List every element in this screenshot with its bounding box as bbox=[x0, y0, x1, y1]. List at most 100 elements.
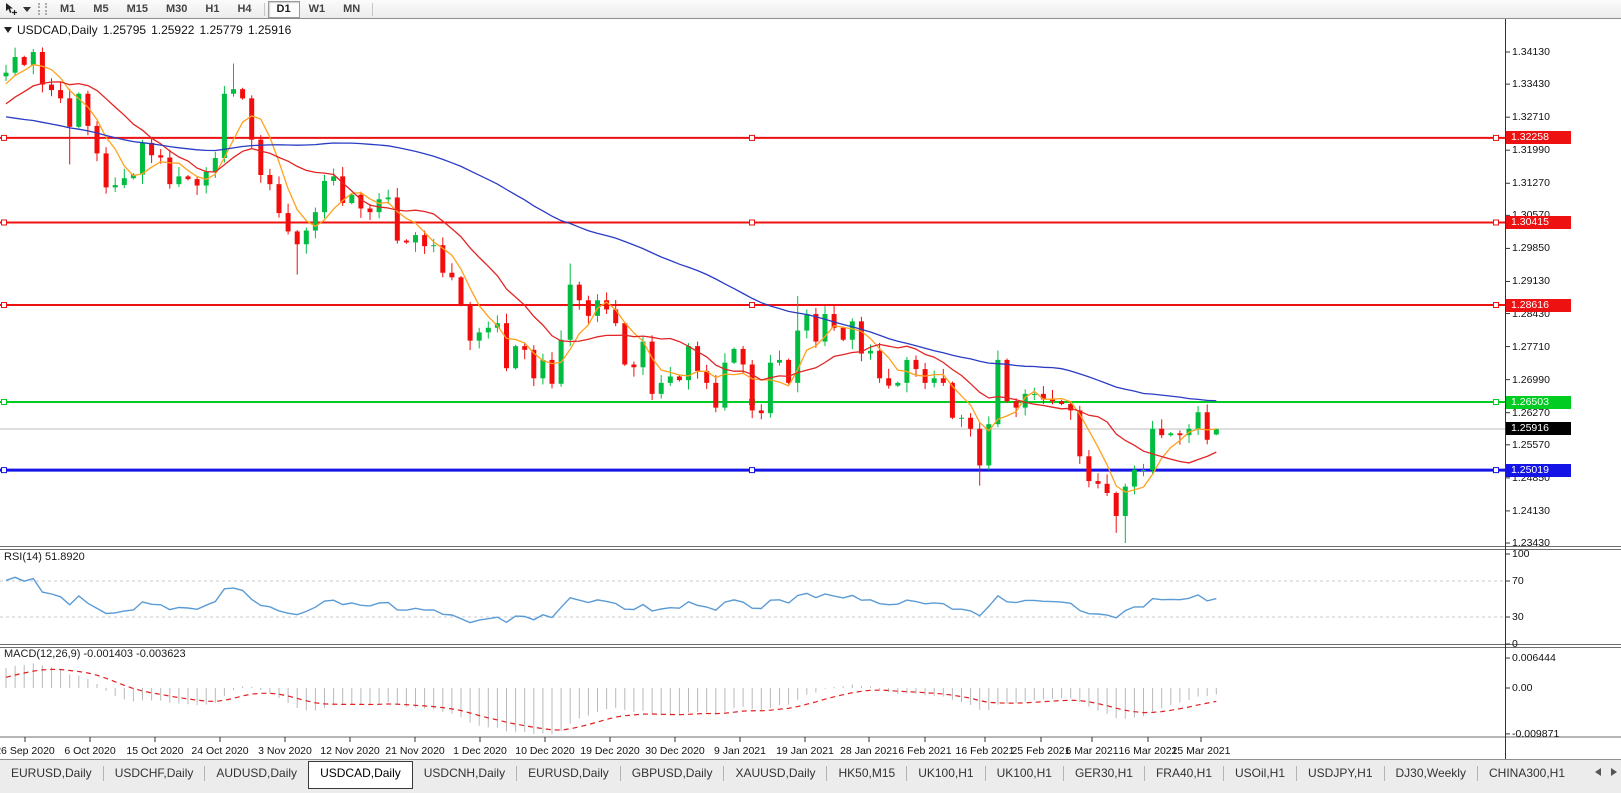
candle-body bbox=[1195, 412, 1201, 429]
candle-body bbox=[576, 284, 582, 301]
timeframe-button-mn[interactable]: MN bbox=[334, 1, 369, 18]
chart-tab-uk100-h1[interactable]: UK100,H1 bbox=[986, 763, 1063, 786]
chart-tab-usoil-h1[interactable]: USOil,H1 bbox=[1224, 763, 1296, 786]
candle-body bbox=[403, 240, 409, 243]
level-line-handle[interactable] bbox=[749, 134, 755, 141]
candle-body bbox=[240, 89, 246, 99]
level-line-handle[interactable] bbox=[1493, 219, 1499, 226]
timeframe-button-w1[interactable]: W1 bbox=[300, 1, 335, 18]
chart-title: USDCAD,Daily 1.25795 1.25922 1.25779 1.2… bbox=[4, 23, 291, 37]
candle-body bbox=[713, 382, 719, 408]
candle-body bbox=[349, 194, 355, 203]
candle-body bbox=[868, 350, 873, 354]
chart-tab-uk100-h1[interactable]: UK100,H1 bbox=[907, 763, 984, 786]
candle-body bbox=[176, 176, 182, 185]
chart-tab-eurusd-daily[interactable]: EURUSD,Daily bbox=[517, 763, 620, 786]
candle-body bbox=[786, 359, 792, 383]
candle-body bbox=[467, 304, 473, 341]
crosshair-cursor-icon[interactable] bbox=[2, 2, 20, 16]
collapse-indicator-icon[interactable] bbox=[4, 27, 12, 33]
candle-body bbox=[221, 93, 227, 159]
chart-tab-gbpusd-daily[interactable]: GBPUSD,Daily bbox=[621, 763, 724, 786]
level-line-handle[interactable] bbox=[1, 399, 7, 406]
candle-body bbox=[540, 359, 546, 379]
candle-body bbox=[103, 153, 109, 188]
timeframe-button-m30[interactable]: M30 bbox=[157, 1, 196, 18]
candle-body bbox=[376, 199, 382, 213]
level-line-handle[interactable] bbox=[749, 467, 755, 474]
candle-body bbox=[167, 157, 173, 185]
timeframe-button-m1[interactable]: M1 bbox=[51, 1, 84, 18]
level-line-handle[interactable] bbox=[1, 467, 7, 474]
cursor-dropdown-icon[interactable] bbox=[23, 6, 31, 12]
chart-tab-usdjpy-h1[interactable]: USDJPY,H1 bbox=[1297, 763, 1383, 786]
chart-tab-hk50-m15[interactable]: HK50,M15 bbox=[827, 763, 906, 786]
candle-body bbox=[695, 346, 701, 371]
candle-body bbox=[940, 378, 946, 383]
candle-body bbox=[1013, 401, 1019, 408]
candle-body bbox=[731, 348, 737, 363]
chart-tab-usdchf-daily[interactable]: USDCHF,Daily bbox=[104, 763, 205, 786]
candle-body bbox=[631, 364, 637, 368]
candle-body bbox=[121, 178, 127, 186]
candle-body bbox=[1177, 433, 1183, 436]
candle-body bbox=[767, 362, 773, 414]
level-line-handle[interactable] bbox=[1493, 399, 1499, 406]
candle-body bbox=[294, 231, 300, 245]
tab-scroll-left-icon[interactable] bbox=[1595, 768, 1601, 776]
candle-body bbox=[977, 428, 983, 466]
candle-body bbox=[649, 341, 655, 394]
candle-body bbox=[1059, 401, 1065, 404]
ohlc-close: 1.25916 bbox=[247, 23, 292, 37]
tab-scroll-right-icon[interactable] bbox=[1611, 768, 1617, 776]
timeframe-toolbar: M1 M5 M15 M30 H1 H4 D1 W1 MN bbox=[0, 0, 1621, 19]
candle-body bbox=[285, 213, 291, 232]
chart-tab-ger30-h1[interactable]: GER30,H1 bbox=[1064, 763, 1144, 786]
chart-tab-usdcad-daily[interactable]: USDCAD,Daily bbox=[308, 761, 413, 789]
timeframe-button-m5[interactable]: M5 bbox=[84, 1, 117, 18]
candle-body bbox=[622, 323, 628, 365]
chart-tab-usdcnh-daily[interactable]: USDCNH,Daily bbox=[413, 763, 516, 786]
chart-tab-fra40-h1[interactable]: FRA40,H1 bbox=[1145, 763, 1223, 786]
chart-tab-eurusd-daily[interactable]: EURUSD,Daily bbox=[0, 763, 103, 786]
chart-tab-audusd-daily[interactable]: AUDUSD,Daily bbox=[205, 763, 308, 786]
chart-canvas[interactable] bbox=[0, 0, 1621, 793]
ohlc-low: 1.25779 bbox=[199, 23, 243, 37]
level-line-handle[interactable] bbox=[1493, 302, 1499, 309]
candle-body bbox=[276, 184, 282, 214]
candle-body bbox=[522, 346, 528, 350]
timeframe-button-m15[interactable]: M15 bbox=[118, 1, 157, 18]
chart-tab-china300-h1[interactable]: CHINA300,H1 bbox=[1478, 763, 1576, 786]
candle-body bbox=[149, 142, 155, 156]
level-line-handle[interactable] bbox=[1, 134, 7, 141]
candle-body bbox=[995, 359, 1001, 425]
candle-body bbox=[231, 89, 236, 94]
timeframe-button-h1[interactable]: H1 bbox=[196, 1, 228, 18]
candle-body bbox=[913, 359, 919, 370]
candle-body bbox=[1141, 470, 1146, 472]
candle-body bbox=[1004, 359, 1010, 402]
timeframe-button-h4[interactable]: H4 bbox=[228, 1, 260, 18]
level-line-handle[interactable] bbox=[1, 302, 7, 309]
toolbar-grip[interactable] bbox=[38, 3, 47, 15]
chart-tab-xauusd-daily[interactable]: XAUUSD,Daily bbox=[724, 763, 826, 786]
candle-body bbox=[394, 197, 400, 241]
candle-body bbox=[1113, 493, 1119, 516]
level-line-handle[interactable] bbox=[749, 302, 755, 309]
candle-body bbox=[840, 327, 846, 340]
chart-tab-dj30-weekly[interactable]: DJ30,Weekly bbox=[1385, 763, 1477, 786]
candle-body bbox=[758, 410, 764, 414]
tab-scroll-buttons bbox=[1595, 768, 1617, 776]
level-line-handle[interactable] bbox=[1, 219, 7, 226]
candle-body bbox=[877, 350, 883, 379]
level-line-handle[interactable] bbox=[1493, 134, 1499, 141]
candle-body bbox=[1086, 456, 1092, 482]
candle-body bbox=[567, 284, 573, 340]
level-line-handle[interactable] bbox=[749, 219, 755, 226]
toolbar-separator bbox=[263, 2, 265, 16]
candle-body bbox=[740, 348, 746, 365]
level-line-handle[interactable] bbox=[1493, 467, 1499, 474]
candle-body bbox=[931, 378, 937, 383]
timeframe-button-d1[interactable]: D1 bbox=[267, 0, 300, 18]
candle-body bbox=[94, 125, 100, 154]
